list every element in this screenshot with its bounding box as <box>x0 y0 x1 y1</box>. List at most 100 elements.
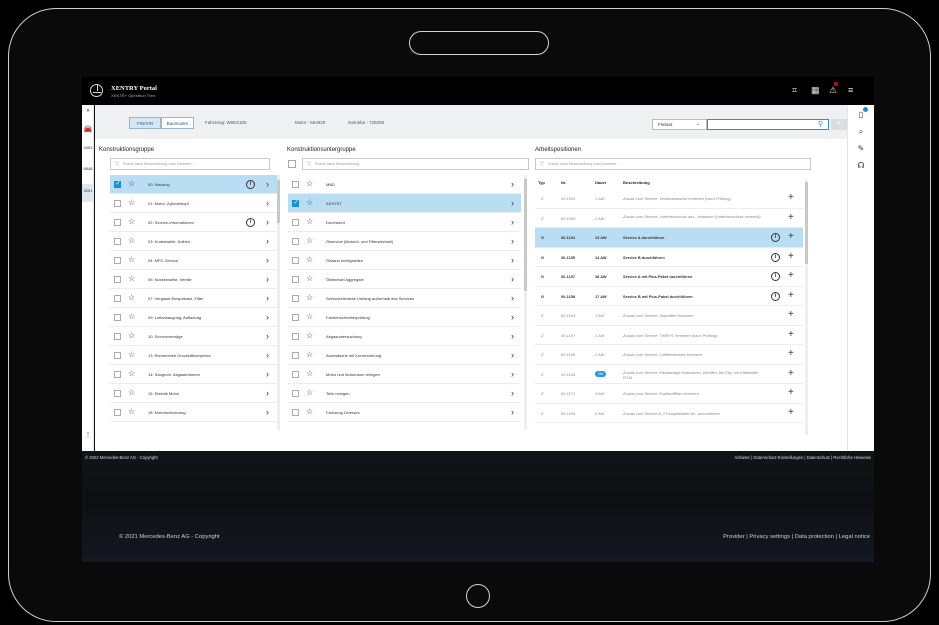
chevron-right-icon[interactable]: › <box>511 387 514 399</box>
row-checkbox[interactable] <box>292 276 299 283</box>
list-item[interactable]: ☆ 02: Service-Informationen i › <box>110 213 277 232</box>
table-row[interactable]: G 00-1157 18 AW Service A mit Plus-Paket du… <box>535 267 803 287</box>
col3-filter-input[interactable]: ▽ Suche nach Beschreibung oder Nummer ... <box>535 158 811 170</box>
favorite-star-icon[interactable]: ☆ <box>306 255 313 264</box>
row-checkbox[interactable] <box>114 276 121 283</box>
list-item[interactable]: ☆ Fahrtenschreiberprüfung › <box>288 308 521 327</box>
baumuster-toggle[interactable]: Baumuster <box>161 117 194 129</box>
info-icon[interactable]: i <box>771 291 780 301</box>
row-checkbox[interactable] <box>292 219 299 226</box>
expand-chevrons-icon[interactable]: » <box>82 108 94 114</box>
chevron-right-icon[interactable]: › <box>511 178 514 190</box>
list-item[interactable]: ☆ Motor und Motorraum reinigen › <box>288 365 521 384</box>
row-checkbox[interactable] <box>292 352 299 359</box>
favorite-star-icon[interactable]: ☆ <box>306 312 313 321</box>
row-checkbox[interactable] <box>292 295 299 302</box>
row-checkbox[interactable] <box>292 238 299 245</box>
favorite-star-icon[interactable]: ☆ <box>306 407 313 416</box>
row-checkbox[interactable] <box>114 409 121 416</box>
info-icon[interactable]: i <box>771 252 780 262</box>
favorite-star-icon[interactable]: ☆ <box>306 388 313 397</box>
support-headset-icon[interactable]: ☊ <box>856 161 866 170</box>
favorite-star-icon[interactable]: ☆ <box>128 236 135 245</box>
list-item[interactable]: ☆ 14: Saugrohr, Abgaskrümmer › <box>110 365 277 384</box>
row-checkbox[interactable] <box>292 199 299 207</box>
favorite-star-icon[interactable]: ☆ <box>128 407 135 416</box>
list-item[interactable]: ☆ Durchsicht › <box>288 213 521 232</box>
list-item[interactable]: ☆ Ölstand richtigstellen › <box>288 251 521 270</box>
add-position-icon[interactable]: + <box>788 271 794 281</box>
row-checkbox[interactable] <box>114 371 121 378</box>
tools-icon[interactable]: ✎ <box>856 144 866 153</box>
chevron-right-icon[interactable]: › <box>511 349 514 361</box>
list-item[interactable]: ☆ Ölservice (Motoröl- und Filterwechsel) › <box>288 232 521 251</box>
favorite-star-icon[interactable]: ☆ <box>306 217 313 226</box>
chevron-right-icon[interactable]: › <box>511 235 514 247</box>
chevron-right-icon[interactable]: › <box>511 273 514 285</box>
chevron-right-icon[interactable]: › <box>266 387 269 399</box>
table-row[interactable]: Z 00-1164 1 AW Zusatz zum Service: Staubfil… <box>535 306 803 326</box>
col2-filter-input[interactable]: ▽ Suche nach Beschreibung <box>302 158 529 170</box>
chevron-right-icon[interactable]: › <box>511 406 514 418</box>
footer-links[interactable]: Anbieter | Datenschutz-Einstellungen | D… <box>734 451 871 465</box>
chevron-right-icon[interactable]: › <box>266 197 269 209</box>
col2-select-all-checkbox[interactable] <box>288 160 296 168</box>
table-row[interactable]: Z 00-1060 2 AW Zusatz zum Service: Unterfah… <box>535 209 803 228</box>
row-checkbox[interactable] <box>292 371 299 378</box>
chevron-right-icon[interactable]: › <box>266 292 269 304</box>
add-position-icon[interactable]: + <box>788 329 794 340</box>
chevron-right-icon[interactable]: › <box>266 368 269 380</box>
row-checkbox[interactable] <box>292 390 299 397</box>
col3-scrollbar[interactable] <box>805 180 808 435</box>
list-item[interactable]: ☆ 04: MPC-Service › <box>110 251 277 270</box>
col2-scroll-thumb[interactable] <box>524 179 527 291</box>
rail-item-active[interactable]: 3251 <box>82 184 94 202</box>
favorite-star-icon[interactable]: ☆ <box>128 388 135 397</box>
list-item[interactable]: ☆ 05: Nockenwelle, Ventile › <box>110 270 277 289</box>
row-checkbox[interactable] <box>292 314 299 321</box>
chevron-right-icon[interactable]: › <box>266 311 269 323</box>
table-row[interactable]: Z 00-1169 2M Zusatz zum Service: Klimaanlag… <box>535 365 803 384</box>
apps-grid-icon[interactable]: ▦ <box>811 85 820 95</box>
col1-scroll-thumb[interactable] <box>277 180 280 223</box>
row-checkbox[interactable] <box>292 333 299 340</box>
favorite-star-icon[interactable]: ☆ <box>306 274 313 283</box>
chevron-right-icon[interactable]: › <box>266 349 269 361</box>
chevron-right-icon[interactable]: › <box>511 311 514 323</box>
list-item[interactable]: ☆ 15: Elektrik Motor › <box>110 384 277 403</box>
chevron-right-icon[interactable]: › <box>266 330 269 342</box>
row-checkbox[interactable] <box>114 333 121 340</box>
row-checkbox[interactable] <box>114 180 121 188</box>
list-item[interactable]: ☆ Servicerelevante Umfang außerhalb des S… <box>288 289 521 308</box>
info-icon[interactable]: i <box>771 233 780 242</box>
table-row[interactable]: G 00-1155 14 AW Service B durchführen i + <box>535 248 803 267</box>
fin-vin-toggle[interactable]: FIN/VIN <box>129 117 161 129</box>
add-position-icon[interactable]: + <box>788 349 794 359</box>
row-checkbox[interactable] <box>292 257 299 264</box>
chevron-right-icon[interactable]: › <box>266 235 269 247</box>
favorite-star-icon[interactable]: ☆ <box>306 331 313 340</box>
favorite-star-icon[interactable]: ☆ <box>306 350 313 359</box>
favorite-star-icon[interactable]: ☆ <box>128 274 135 283</box>
chevron-right-icon[interactable]: › <box>511 216 514 228</box>
page-footer-links[interactable]: Provider | Privacy settings | Data prote… <box>723 527 870 547</box>
favorite-star-icon[interactable]: ☆ <box>128 198 135 207</box>
add-position-icon[interactable]: + <box>788 290 794 301</box>
hamburger-menu-icon[interactable]: ≡ <box>848 85 853 95</box>
info-icon[interactable]: i <box>246 180 255 189</box>
list-item[interactable]: ☆ Ölwechsel Aggregate › <box>288 270 521 289</box>
favorite-star-icon[interactable]: ☆ <box>306 236 313 245</box>
chevron-right-icon[interactable]: › <box>511 368 514 380</box>
add-position-icon[interactable]: + <box>788 212 794 223</box>
car-icon[interactable]: 🚘 <box>82 125 94 133</box>
list-item[interactable]: ☆ 07: Vergaser,Einspritzanl.,Filter › <box>110 289 277 308</box>
chevron-right-icon[interactable]: › <box>266 273 269 285</box>
rail-item[interactable]: 6848 <box>82 166 94 171</box>
add-position-icon[interactable]: + <box>788 193 794 203</box>
list-item[interactable]: ☆ 03: Kurbelwelle, Kolben › <box>110 232 277 251</box>
info-icon[interactable]: i <box>771 272 780 281</box>
col1-filter-input[interactable]: ▽ Suche nach Beschreibung oder Nummer ... <box>110 158 270 170</box>
favorite-star-icon[interactable]: ☆ <box>128 369 135 378</box>
favorite-star-icon[interactable]: ☆ <box>306 198 313 207</box>
favorite-star-icon[interactable]: ☆ <box>128 350 135 359</box>
